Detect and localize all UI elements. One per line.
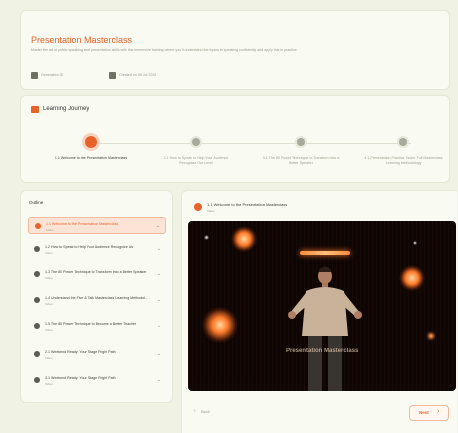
outline-item[interactable]: 1.3 The 80 Power Technique to Transform … [28, 266, 166, 283]
play-icon [35, 223, 41, 229]
outline-item-title: 1.5 The 80 Power Technique to Become a B… [45, 322, 137, 326]
outline-item[interactable]: 1.2 How to Speak to Help Your Audience R… [28, 241, 166, 258]
journey-step-1[interactable]: 1.1 Welcome to the Presentation Mastercl… [51, 132, 131, 174]
play-icon [34, 351, 40, 357]
chevron-down-icon: ⌄ [156, 297, 161, 303]
outline-item[interactable]: 2.1 Weekend Ready: Your Stage Fright Pat… [28, 346, 166, 363]
step-label: 4.1 Presentation Practice Tasks: Full Ma… [364, 156, 443, 165]
video-panel: 1.1 Welcome to the Presentation Mastercl… [181, 190, 457, 433]
outline-item-title: 1.3 The 80 Power Technique to Transform … [45, 270, 147, 274]
play-icon [34, 271, 40, 277]
step-pending-icon [192, 138, 200, 146]
chevron-down-icon: ⌄ [156, 271, 161, 277]
outline-item-sub: Video [45, 251, 53, 255]
step-pending-icon [297, 138, 305, 146]
course-description: Master the art of public speaking and pr… [31, 48, 297, 52]
next-label: Next [419, 410, 429, 415]
presenter-avatar [288, 266, 362, 391]
course-title: Presentation Masterclass [31, 35, 133, 45]
video-caption: Presentation Masterclass [286, 348, 359, 354]
outline-item[interactable]: 1.4 Understand the Five & Talk Mastercla… [28, 292, 166, 309]
journey-step-4[interactable]: 4.1 Presentation Practice Tasks: Full Ma… [361, 132, 446, 174]
outline-item-sub: Video [45, 302, 53, 306]
outline-item-title: 1.1 Welcome to the Presentation Mastercl… [46, 222, 119, 226]
back-button[interactable]: ‹ Back [194, 405, 224, 419]
meta-text: Generation ID [41, 73, 64, 77]
chevron-down-icon: ⌄ [156, 246, 161, 252]
journey-step-2[interactable]: 2.1 How to Speak to Help Your Audience R… [156, 132, 236, 174]
video-title: 1.1 Welcome to the Presentation Mastercl… [207, 202, 288, 207]
play-icon [34, 377, 40, 383]
outline-item-sub: Video [45, 356, 53, 360]
step-pending-icon [399, 138, 407, 146]
chevron-down-icon: ⌄ [156, 377, 161, 383]
document-icon [31, 72, 38, 79]
learning-journey-card: Learning Journey 1.1 Welcome to the Pres… [20, 95, 450, 183]
step-active-icon [85, 136, 97, 148]
outline-item-sub: Video [45, 382, 53, 386]
chevron-left-icon: ‹ [194, 408, 196, 414]
outline-item[interactable]: 1.1 Welcome to the Presentation Mastercl… [28, 217, 166, 234]
journey-title: Learning Journey [43, 106, 90, 112]
outline-item-sub: Video [45, 328, 53, 332]
outline-item-title: 1.2 How to Speak to Help Your Audience R… [45, 245, 134, 249]
meta-text: Created on 05 Jul 2025 [119, 73, 157, 77]
back-label: Back [201, 409, 210, 414]
chevron-down-icon: ⌄ [156, 351, 161, 357]
outline-item[interactable]: 3.1 Weekend Ready: Your Stage Fright Pat… [28, 372, 166, 389]
journey-step-3[interactable]: 3.1 The 80 Power Technique to Transform … [261, 132, 341, 174]
course-header-card: Presentation Masterclass Master the art … [20, 10, 450, 90]
play-circle-icon [194, 203, 202, 211]
outline-item-title: 3.1 Weekend Ready: Your Stage Fright Pat… [45, 376, 116, 380]
outline-item-sub: Video [46, 228, 54, 232]
step-label: 3.1 The 80 Power Technique to Transform … [262, 156, 340, 165]
calendar-icon [109, 72, 116, 79]
next-button[interactable]: Next › [409, 405, 449, 421]
chevron-down-icon: ⌄ [155, 223, 160, 229]
video-player[interactable]: Presentation Masterclass [188, 221, 456, 391]
step-label: 1.1 Welcome to the Presentation Mastercl… [54, 156, 128, 160]
outline-item-sub: Video [45, 276, 53, 280]
outline-title: Outline [29, 200, 44, 205]
outline-item-title: 2.1 Weekend Ready: Your Stage Fright Pat… [45, 350, 116, 354]
step-label: 2.1 How to Speak to Help Your Audience R… [163, 156, 229, 165]
chevron-down-icon: ⌄ [156, 323, 161, 329]
video-subtitle: Video [207, 209, 215, 213]
play-icon [34, 297, 40, 303]
outline-item[interactable]: 1.5 The 80 Power Technique to Become a B… [28, 318, 166, 335]
journey-icon [31, 106, 39, 113]
chevron-right-icon: › [437, 408, 440, 415]
outline-item-title: 1.4 Understand the Five & Talk Mastercla… [45, 296, 150, 300]
play-icon [34, 323, 40, 329]
play-icon [34, 246, 40, 252]
